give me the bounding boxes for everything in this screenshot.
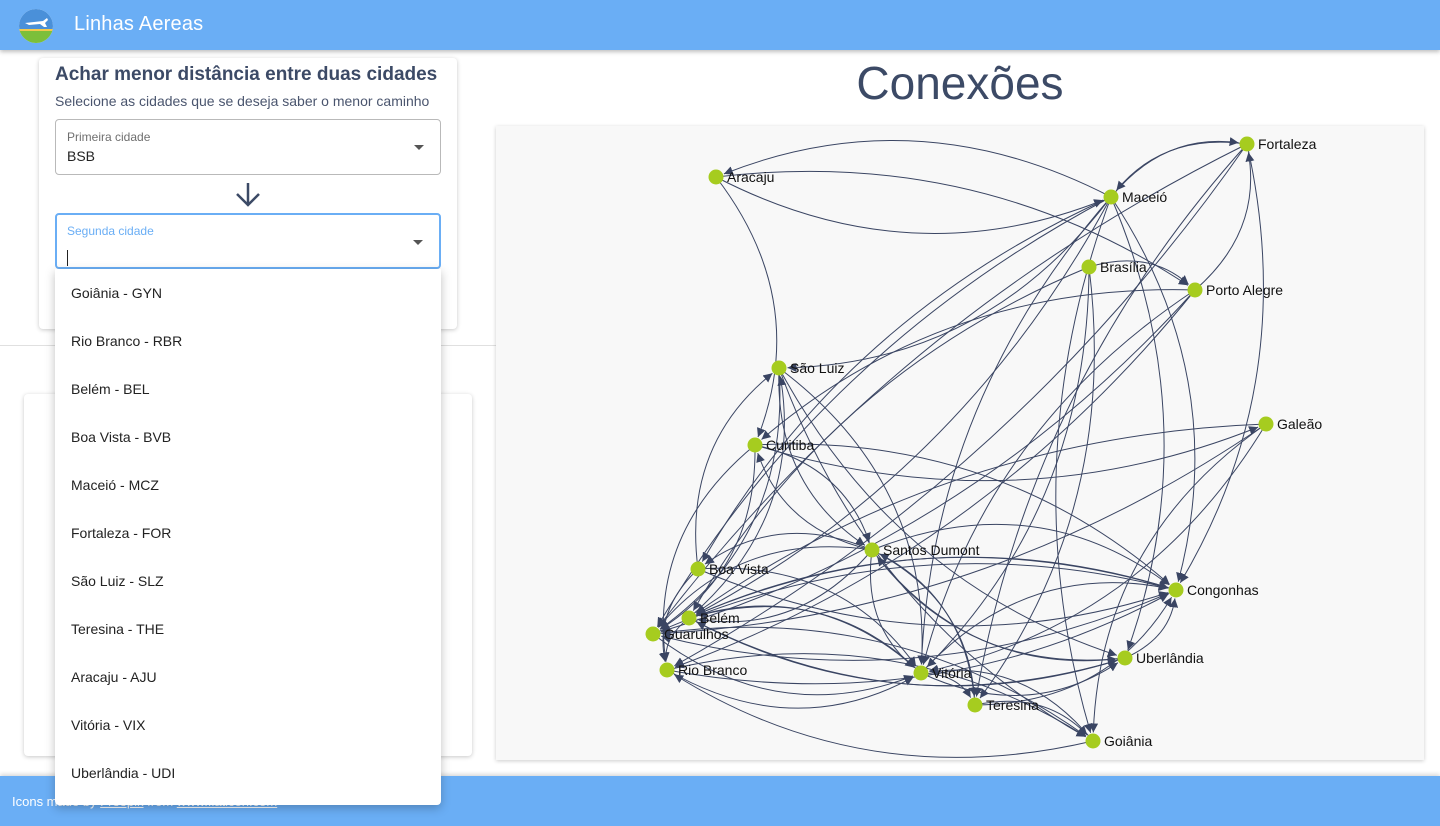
city-dropdown-menu: Goiânia - GYN Rio Branco - RBR Belém - B… (55, 269, 441, 805)
graph-node-label: Santos Dumont (883, 542, 980, 558)
graph-node-fortaleza[interactable]: Fortaleza (1239, 136, 1317, 152)
app-bar: Linhas Aereas (0, 0, 1440, 50)
graph-node-galeao[interactable]: Galeão (1258, 416, 1323, 432)
graph-edge (723, 140, 1112, 198)
graph-edge (979, 266, 1095, 699)
graph-node-dot[interactable] (1239, 136, 1255, 152)
app-title: Linhas Aereas (74, 13, 204, 35)
graph-node-uberlandia[interactable]: Uberlândia (1117, 650, 1204, 666)
graph-node-guarulhos[interactable]: Guarulhos (645, 626, 729, 642)
first-city-label: Primeira cidade (67, 130, 151, 144)
graph-edge (754, 426, 1259, 482)
card-subtitle: Selecione as cidades que se deseja saber… (55, 93, 430, 109)
graph-edge (1089, 423, 1267, 733)
graph-node-dot[interactable] (967, 697, 983, 713)
graph-edge (973, 143, 1248, 697)
dropdown-option[interactable]: Fortaleza - FOR (55, 509, 441, 557)
graph-node-goiania[interactable]: Goiânia (1085, 733, 1153, 749)
chevron-down-icon[interactable] (414, 145, 424, 150)
second-city-label: Segunda cidade (67, 224, 154, 238)
graph-node-dot[interactable] (1258, 416, 1274, 432)
graph-node-label: São Luiz (790, 360, 844, 376)
graph-node-dot[interactable] (864, 542, 880, 558)
graph-node-label: Vitória (932, 665, 972, 681)
graph-title: Conexões (856, 57, 1064, 109)
graph-node-dot[interactable] (1117, 650, 1133, 666)
first-city-value: BSB (67, 148, 96, 164)
graph-node-dot[interactable] (913, 665, 929, 681)
dropdown-option[interactable]: Vitória - VIX (55, 701, 441, 749)
dropdown-option[interactable]: Teresina - THE (55, 605, 441, 653)
dropdown-option[interactable]: São Luiz - SLZ (55, 557, 441, 605)
graph-node-brasilia[interactable]: Brasília (1081, 259, 1147, 275)
second-city-select[interactable]: Segunda cidade (55, 213, 441, 269)
graph-node-dot[interactable] (1168, 582, 1184, 598)
text-cursor (67, 250, 68, 266)
graph-node-dot[interactable] (708, 169, 724, 185)
graph-node-dot[interactable] (690, 561, 706, 577)
graph-node-boavista[interactable]: Boa Vista (690, 561, 769, 577)
app-logo-icon (19, 9, 53, 43)
dropdown-option[interactable]: Uberlândia - UDI (55, 749, 441, 797)
graph-node-dot[interactable] (1103, 189, 1119, 205)
dropdown-option[interactable]: Aracaju - AJU (55, 653, 441, 701)
graph-edge (715, 176, 1104, 234)
graph-edge (1110, 196, 1196, 582)
graph-node-dot[interactable] (681, 610, 697, 626)
graph-node-label: Belém (700, 610, 740, 626)
chevron-down-icon[interactable] (413, 240, 423, 245)
graph-edge (1179, 143, 1264, 583)
graph-node-label: Brasília (1100, 259, 1147, 275)
graph-node-label: Boa Vista (709, 561, 769, 577)
graph-node-dot[interactable] (747, 437, 763, 453)
graph-node-curitiba[interactable]: Curitiba (747, 437, 815, 453)
graph-node-label: Aracaju (727, 169, 774, 185)
graph-node-dot[interactable] (659, 662, 675, 678)
dropdown-option[interactable]: Rio Branco - RBR (55, 317, 441, 365)
graph-node-label: Goiânia (1104, 733, 1152, 749)
graph-edge (704, 532, 873, 565)
graph-edge (787, 196, 1112, 373)
graph-node-label: Galeão (1277, 416, 1322, 432)
graph-node-label: Uberlândia (1136, 650, 1204, 666)
dropdown-option[interactable]: Boa Vista - BVB (55, 413, 441, 461)
graph-node-label: Porto Alegre (1206, 282, 1283, 298)
graph-edge (929, 423, 1267, 674)
graph-node-label: Guarulhos (664, 626, 729, 642)
graph-edge (673, 674, 1094, 758)
graph-node-dot[interactable] (645, 626, 661, 642)
dropdown-option[interactable]: Goiânia - GYN (55, 269, 441, 317)
graph-node-maceio[interactable]: Maceió (1103, 189, 1168, 205)
arrow-down-icon (236, 183, 260, 207)
graph-edge (688, 376, 787, 619)
card-title: Achar menor distância entre duas cidades (55, 64, 438, 85)
graph-node-label: Congonhas (1187, 582, 1259, 598)
first-city-select[interactable]: Primeira cidade BSB (55, 119, 441, 175)
graph-node-congonhas[interactable]: Congonhas (1168, 582, 1259, 598)
graph-node-vitoria[interactable]: Vitória (913, 665, 972, 681)
connections-graph[interactable]: Fortaleza Aracaju Maceió Brasília Porto Aleg… (496, 126, 1424, 760)
graph-node-teresina[interactable]: Teresina (967, 697, 1040, 713)
graph-node-belem[interactable]: Belém (681, 610, 740, 626)
graph-node-label: Maceió (1122, 189, 1167, 205)
graph-edge (1194, 152, 1255, 291)
graph-node-label: Rio Branco (678, 662, 747, 678)
dropdown-option[interactable]: Maceió - MCZ (55, 461, 441, 509)
dropdown-option[interactable]: Belém - BEL (55, 365, 441, 413)
graph-node-riobranco[interactable]: Rio Branco (659, 662, 748, 678)
graph-edge (660, 289, 1196, 634)
graph-node-label: Teresina (986, 697, 1039, 713)
graph-node-label: Curitiba (766, 437, 814, 453)
graph-node-aracaju[interactable]: Aracaju (708, 169, 775, 185)
graph-node-saoluiz[interactable]: São Luiz (771, 360, 845, 376)
graph-node-dot[interactable] (1085, 733, 1101, 749)
graph-edge (695, 372, 773, 570)
graph-node-label: Fortaleza (1258, 136, 1317, 152)
graph-node-dot[interactable] (1187, 282, 1203, 298)
graph-canvas[interactable]: Fortaleza Aracaju Maceió Brasília Porto Aleg… (496, 126, 1424, 760)
graph-node-dot[interactable] (1081, 259, 1097, 275)
graph-node-dot[interactable] (771, 360, 787, 376)
